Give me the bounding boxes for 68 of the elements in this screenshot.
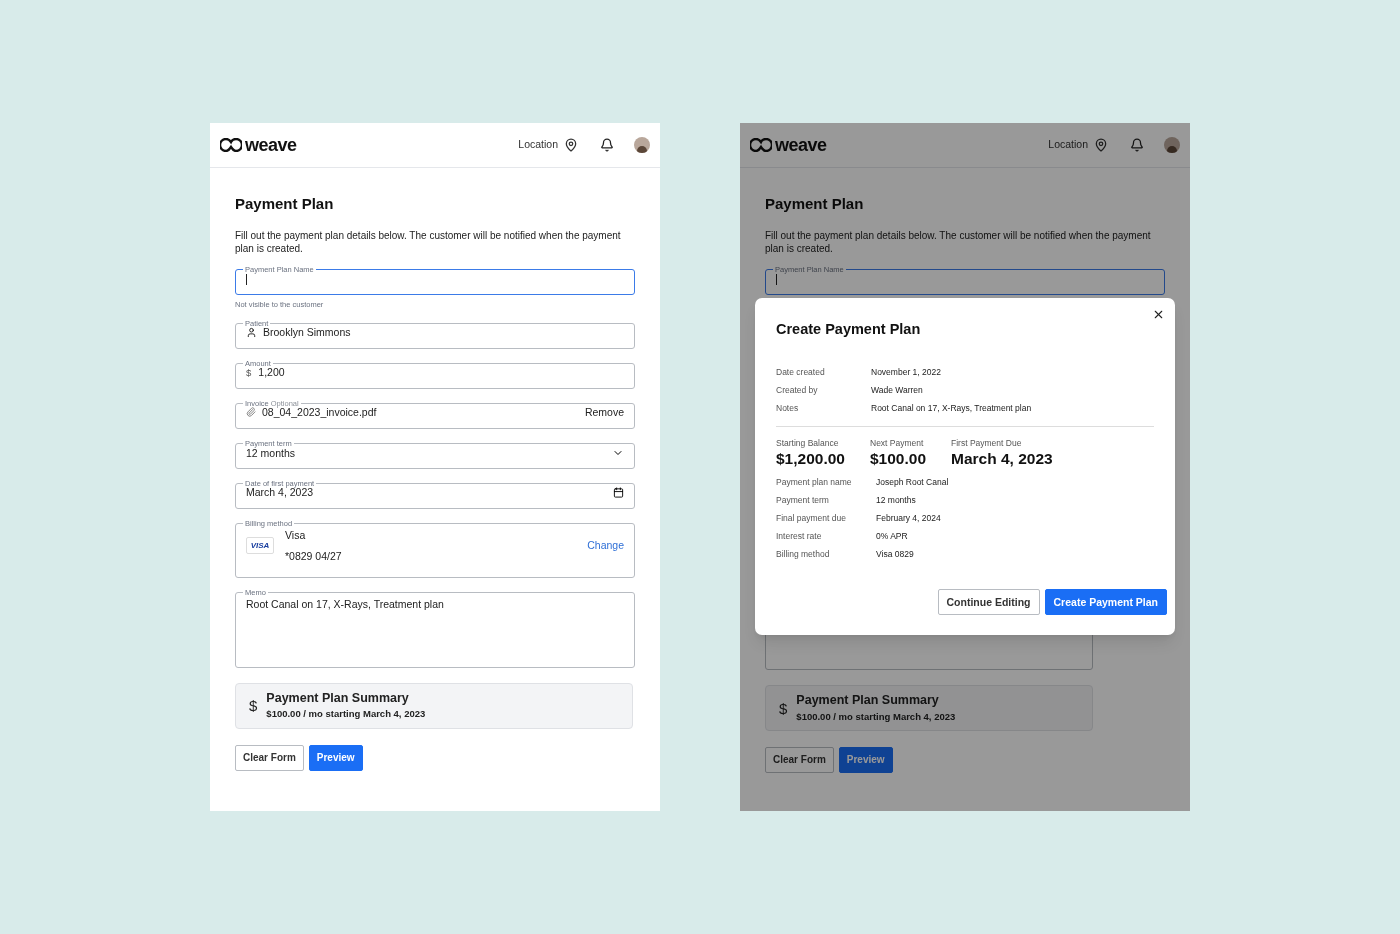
field-value: 12 months xyxy=(246,447,296,459)
detail-value: November 1, 2022 xyxy=(871,367,941,377)
avatar[interactable] xyxy=(634,137,650,153)
location-pin-icon xyxy=(1094,138,1108,152)
stat-value: March 4, 2023 xyxy=(951,449,1053,469)
logo-text: weave xyxy=(245,136,297,154)
location-button[interactable]: Location xyxy=(1048,137,1108,153)
location-button[interactable]: Location xyxy=(518,137,578,153)
secondary-button[interactable]: Continue Editing xyxy=(937,589,1040,615)
detail-label: Payment plan name xyxy=(776,477,853,487)
stat-value: $100.00 xyxy=(870,449,928,469)
logo-text: weave xyxy=(775,136,827,154)
dollar-symbol: $ xyxy=(779,700,788,716)
secondary-button[interactable]: Clear Form xyxy=(765,747,834,773)
detail-value: Root Canal on 17, X-Rays, Treatment plan xyxy=(871,403,1032,413)
change-link[interactable]: Change xyxy=(587,540,624,551)
currency-symbol: $ xyxy=(246,367,252,377)
stat-label: First Payment Due xyxy=(951,438,1023,449)
stat-value: $1,200.00 xyxy=(776,449,846,469)
detail-label: Created by xyxy=(776,385,819,395)
field-value: March 4, 2023 xyxy=(246,487,314,498)
avatar[interactable] xyxy=(1164,137,1180,153)
secondary-button[interactable]: Clear Form xyxy=(235,744,304,771)
detail-value: February 4, 2024 xyxy=(876,513,941,523)
detail-value: Joseph Root Canal xyxy=(876,477,949,487)
card-number: *0829 04/27 xyxy=(285,550,342,561)
close-icon[interactable] xyxy=(1152,308,1165,321)
summary-detail: $100.00 / mo starting March 4, 2023 xyxy=(266,708,426,721)
detail-label: Payment term xyxy=(776,495,830,505)
summary-title: Payment Plan Summary xyxy=(266,690,410,707)
field-value: Brooklyn Simmons xyxy=(263,327,351,338)
card-name: Visa xyxy=(285,530,307,541)
person-icon xyxy=(246,327,257,338)
summary-title: Payment Plan Summary xyxy=(796,693,940,709)
page-title: Payment Plan xyxy=(235,194,335,214)
memo-text: Root Canal on 17, X-Rays, Treatment plan xyxy=(246,597,445,610)
detail-value: 12 months xyxy=(876,495,916,505)
detail-value: Visa 0829 xyxy=(876,549,914,559)
page-title: Payment Plan xyxy=(765,194,865,214)
detail-label: Billing method xyxy=(776,549,831,559)
summary-detail: $100.00 / mo starting March 4, 2023 xyxy=(796,710,956,723)
remove-button[interactable]: Remove xyxy=(584,407,624,418)
detail-label: Notes xyxy=(776,403,800,413)
detail-label: Final payment due xyxy=(776,513,847,523)
notification-bell-icon[interactable] xyxy=(1130,138,1144,152)
text-cursor xyxy=(246,273,247,285)
stat-label: Next Payment xyxy=(870,438,925,449)
detail-value: Wade Warren xyxy=(871,385,923,395)
text-cursor xyxy=(776,273,777,285)
detail-label: Interest rate xyxy=(776,531,823,541)
card-brand-badge: VISA xyxy=(246,537,274,554)
attachment-icon xyxy=(246,407,256,418)
calendar-icon[interactable] xyxy=(613,487,624,498)
page-description: Fill out the payment plan details below. The customer will be notified when the payment plan is created. xyxy=(235,229,622,255)
primary-button[interactable]: Create Payment Plan xyxy=(1044,589,1167,615)
stat-label: Starting Balance xyxy=(776,438,840,449)
page-description: Fill out the payment plan details below. The customer will be notified when the payment plan is created. xyxy=(765,229,1152,255)
notification-bell-icon[interactable] xyxy=(600,138,614,152)
dialog-title: Create Payment Plan xyxy=(776,320,922,339)
logo-icon xyxy=(220,138,242,152)
location-pin-icon xyxy=(564,138,578,152)
file-name: 08_04_2023_invoice.pdf xyxy=(262,407,377,418)
dollar-symbol: $ xyxy=(249,698,258,713)
detail-label: Date created xyxy=(776,367,826,377)
field-value: 1,200 xyxy=(258,367,285,378)
primary-button[interactable]: Preview xyxy=(308,744,363,771)
detail-value: 0% APR xyxy=(876,531,908,541)
logo-icon xyxy=(750,138,772,152)
